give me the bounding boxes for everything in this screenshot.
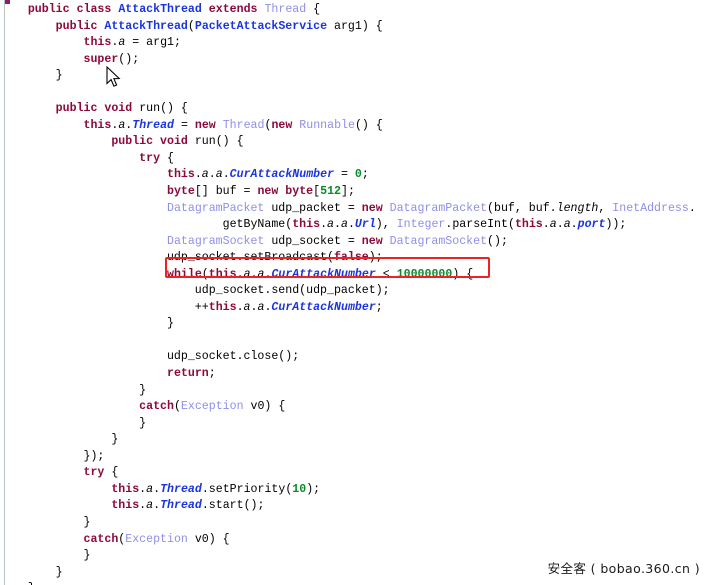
code-line: } [0,433,119,447]
code-line: DatagramPacket udp_packet = new Datagram… [166,201,696,215]
code-line: public void run() { [55,102,188,116]
code-line: this.a.Thread = new Thread(new Runnable(… [83,118,383,132]
code-line: byte[] buf = new byte[512]; [166,185,355,199]
code-line: this.a.Thread.start(); [111,499,265,513]
code-line: try { [83,466,119,480]
code-line: udp_socket.setBroadcast(false); [0,251,383,265]
code-line: this.a.Thread.setPriority(10); [111,482,321,496]
code-line: public void run() { [111,135,244,149]
code-line: catch(Exception v0) { [139,400,286,414]
code-line: catch(Exception v0) { [83,532,230,546]
code-line: public AttackThread(PacketAttackService … [55,19,383,33]
mouse-pointer-icon [106,66,121,87]
code-line: DatagramSocket udp_socket = new Datagram… [166,234,508,248]
code-line: ++this.a.a.CurAttackNumber; [0,300,383,314]
code-screenshot: public class AttackThread extends Thread… [0,0,712,585]
code-line: this.a = arg1; [83,36,181,50]
code-line: getByName(this.a.a.Url), Integer.parseIn… [0,218,627,232]
code-line: }); [0,449,105,463]
code-line: while(this.a.a.CurAttackNumber < 1000000… [166,267,474,281]
code-line: public class AttackThread extends Thread… [27,3,321,16]
code-line: try { [139,151,174,165]
code-line: udp_socket.close(); [0,350,300,364]
site-watermark: 安全客 ( bobao.360.cn ) [547,561,700,576]
code-line: } [0,317,174,331]
code-line: return; [166,367,216,381]
code-line: } [0,383,147,397]
code-line: udp_socket.send(udp_packet); [0,284,390,298]
code-line: this.a.a.CurAttackNumber = 0; [166,168,369,182]
code-line: } [0,416,147,430]
code-line: } [0,515,91,529]
code-line: } [0,581,712,585]
